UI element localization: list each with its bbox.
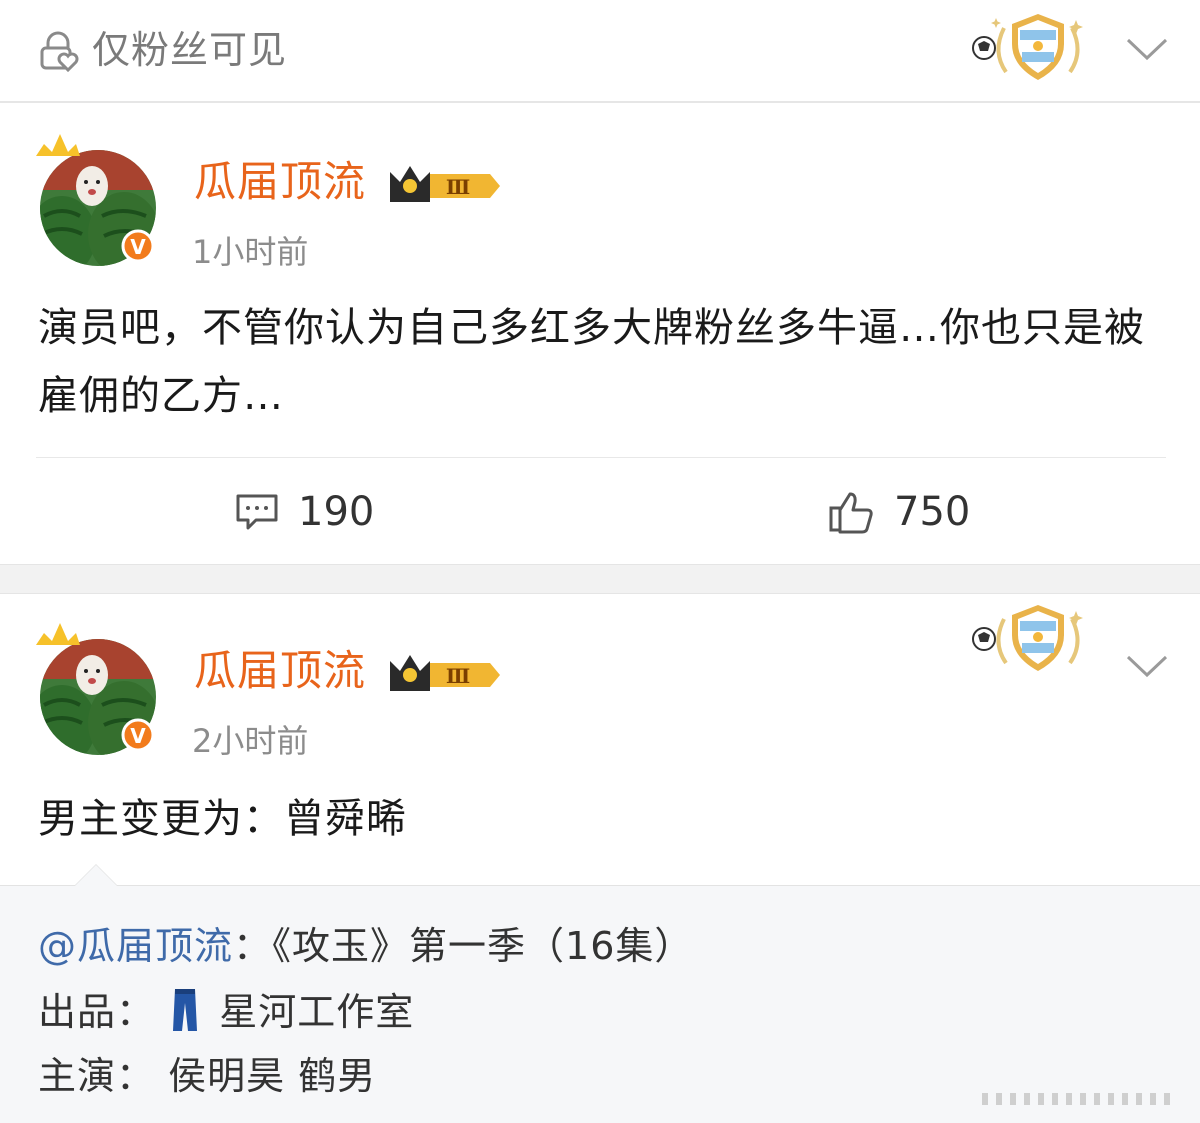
watermark-dashes xyxy=(982,1093,1170,1105)
comment-button[interactable]: 190 xyxy=(234,488,374,536)
verified-badge: V xyxy=(130,235,146,259)
post-time: 2小时前 xyxy=(192,722,309,760)
visibility-label: 仅粉丝可见 xyxy=(92,28,288,72)
chevron-down-icon[interactable] xyxy=(1124,651,1170,681)
rank-level: Ⅲ xyxy=(446,664,470,688)
rank-level: Ⅲ xyxy=(446,175,470,199)
post-card: V 瓜届顶流 Ⅲ 2小时前 男主变更为：曾舜晞 xyxy=(0,595,1200,885)
cast-line: 主演： 侯明昊 鹤男 xyxy=(38,1050,376,1102)
quote-notch xyxy=(74,864,118,886)
avatar[interactable]: V xyxy=(32,615,162,755)
cast-names: 侯明昊 鹤男 xyxy=(168,1054,377,1098)
thumbs-up-icon xyxy=(829,492,873,534)
rank-crown-badge-icon[interactable]: Ⅲ xyxy=(386,651,504,697)
comment-icon xyxy=(236,494,278,530)
comment-count: 190 xyxy=(298,489,375,535)
card-separator xyxy=(0,564,1200,594)
jeans-icon xyxy=(173,989,198,1031)
username[interactable]: 瓜届顶流 xyxy=(194,643,366,699)
post-text: 男主变更为：曾舜晞 xyxy=(38,796,407,842)
quote-title-line: @瓜届顶流：《攻玉》第一季（16集） xyxy=(38,920,693,972)
rank-crown-badge-icon[interactable]: Ⅲ xyxy=(386,162,504,208)
visibility-bar: 仅粉丝可见 xyxy=(0,0,1200,103)
producer-name: 星河工作室 xyxy=(219,990,415,1034)
verified-badge: V xyxy=(130,724,146,748)
post-text: 演员吧，不管你认为自己多红多大牌粉丝多牛逼…你也只是被雇佣的乙方… xyxy=(38,305,1145,419)
quote-title: ：《攻玉》第一季（16集） xyxy=(233,924,694,968)
producer-label: 出品： xyxy=(38,990,156,1034)
username[interactable]: 瓜届顶流 xyxy=(194,154,366,210)
argentina-shield-badge-icon xyxy=(972,605,1083,671)
quoted-post[interactable]: @瓜届顶流：《攻玉》第一季（16集） 出品： 星河工作室 主演： 侯明昊 鹤男 xyxy=(0,864,1200,1123)
post-time: 1小时前 xyxy=(192,233,309,271)
mention-link[interactable]: @瓜届顶流 xyxy=(38,924,233,968)
lock-heart-icon xyxy=(40,31,79,72)
chevron-down-icon[interactable] xyxy=(1124,34,1170,64)
like-button[interactable]: 750 xyxy=(828,488,970,536)
like-count: 750 xyxy=(894,489,971,535)
divider xyxy=(36,457,1166,458)
producer-line: 出品： 星河工作室 xyxy=(38,986,414,1038)
post-card: V 瓜届顶流 Ⅲ 1小时前 演员吧，不管你认为自己多红多大牌粉丝多牛逼…你也只是… xyxy=(0,104,1200,564)
argentina-shield-badge-icon xyxy=(972,14,1083,80)
cast-label: 主演： xyxy=(38,1054,156,1098)
avatar[interactable]: V xyxy=(32,126,162,266)
